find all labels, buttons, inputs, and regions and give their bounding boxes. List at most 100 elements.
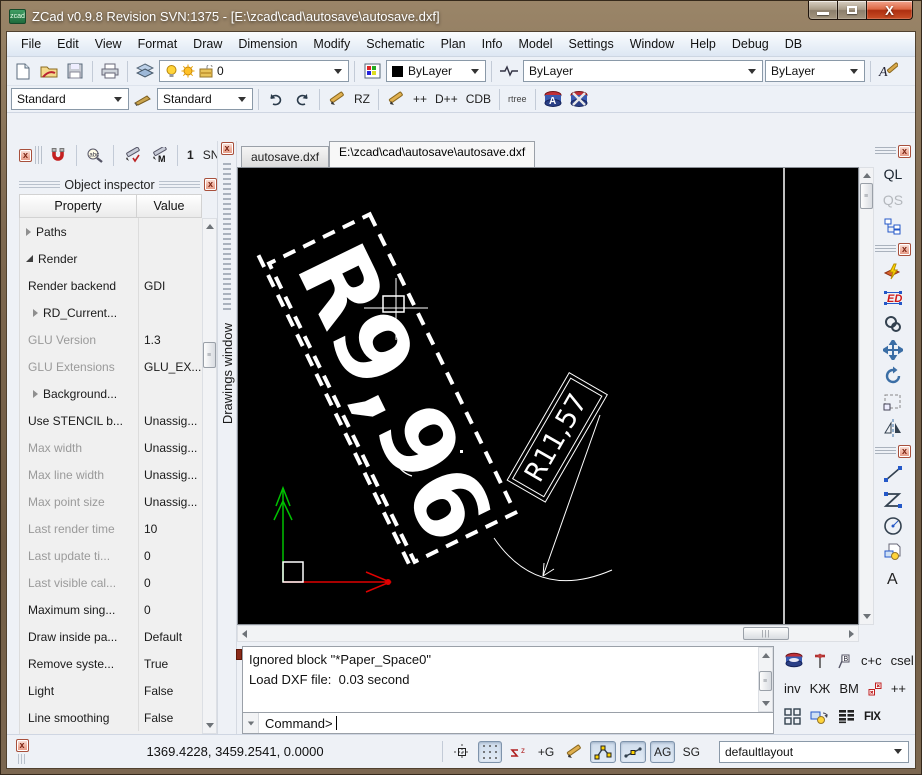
close-toolbar-button[interactable]: x: [898, 445, 911, 458]
inspector-row[interactable]: Render backendGDI: [20, 272, 202, 299]
menu-dimension[interactable]: Dimension: [230, 32, 305, 56]
layout-select[interactable]: defaultlayout: [719, 741, 909, 763]
inspector-row[interactable]: Max point sizeUnassig...: [20, 488, 202, 515]
pin-button[interactable]: [813, 652, 827, 669]
textstyle-select[interactable]: Standard: [11, 88, 129, 110]
bm-button[interactable]: BM: [839, 681, 859, 696]
menu-window[interactable]: Window: [622, 32, 682, 56]
quick-layers-button[interactable]: QL: [880, 161, 907, 187]
grid-blocks-button[interactable]: [784, 708, 801, 725]
menu-edit[interactable]: Edit: [49, 32, 87, 56]
snap-toggle[interactable]: [450, 741, 474, 763]
tree-expand-icon[interactable]: [26, 228, 31, 236]
scroll-left-button[interactable]: [238, 626, 251, 641]
property-value[interactable]: [138, 299, 202, 326]
layer-select[interactable]: 0: [159, 60, 349, 82]
draw-mode-toggle[interactable]: [562, 741, 586, 763]
scroll-right-button[interactable]: [845, 626, 858, 641]
close-button[interactable]: X: [867, 1, 913, 20]
property-value[interactable]: [138, 218, 202, 245]
canvas-horizontal-scrollbar[interactable]: |||: [237, 625, 859, 642]
fast-edit-button[interactable]: [880, 259, 907, 285]
menu-modify[interactable]: Modify: [305, 32, 358, 56]
property-value[interactable]: 0: [138, 542, 202, 569]
new-file-button[interactable]: [11, 59, 35, 83]
otrack-toggle[interactable]: [620, 741, 646, 763]
drawings-window-label[interactable]: Drawings window: [220, 323, 235, 424]
menu-view[interactable]: View: [87, 32, 130, 56]
close-snap-toolbar-button[interactable]: x: [19, 149, 32, 162]
edit-plus-button[interactable]: [384, 87, 408, 111]
inspector-row[interactable]: RD_Current...: [20, 299, 202, 326]
find-text-button[interactable]: abc: [83, 143, 107, 167]
draw-polyline-button[interactable]: [880, 487, 907, 513]
move-button[interactable]: [880, 337, 907, 363]
snap-1-button[interactable]: 1: [184, 148, 197, 162]
scrollbar-thumb[interactable]: ≡: [203, 342, 216, 368]
magnet-snap-button[interactable]: [46, 143, 70, 167]
edit-m-button[interactable]: M: [147, 143, 171, 167]
inv-button[interactable]: inv: [784, 681, 801, 696]
menu-db[interactable]: DB: [777, 32, 810, 56]
scroll-up-button[interactable]: [203, 219, 216, 234]
close-inspector-button[interactable]: x: [204, 178, 217, 191]
inspector-row[interactable]: Line smoothingFalse: [20, 704, 202, 731]
save-button[interactable]: [63, 59, 87, 83]
toolbar-grip[interactable]: [875, 245, 896, 254]
property-value[interactable]: False: [138, 704, 202, 731]
edit-style-button[interactable]: [120, 143, 144, 167]
menu-plan[interactable]: Plan: [433, 32, 474, 56]
log-panel-grip[interactable]: [236, 649, 242, 660]
command-history-button[interactable]: [243, 713, 259, 733]
inspector-row[interactable]: Maximum sing...0: [20, 596, 202, 623]
rotate-button[interactable]: [880, 363, 907, 389]
toolbar-grip[interactable]: [875, 147, 896, 156]
block-drum-button[interactable]: [784, 652, 804, 669]
close-statusbar-button[interactable]: x: [16, 739, 29, 752]
property-value[interactable]: 10: [138, 515, 202, 542]
drawing-canvas[interactable]: R9,96: [237, 167, 859, 625]
z-mode-toggle[interactable]: z: [506, 741, 530, 763]
inspector-row[interactable]: Draw inside pa...Default: [20, 623, 202, 650]
menu-format[interactable]: Format: [130, 32, 186, 56]
property-value[interactable]: Unassig...: [138, 488, 202, 515]
lineweight-select[interactable]: ByLayer: [765, 60, 865, 82]
plusplus2-button[interactable]: ++: [891, 681, 906, 696]
tab-autosave-path[interactable]: E:\zcad\cad\autosave\autosave.dxf: [329, 141, 535, 167]
scrollbar-thumb[interactable]: ≡: [759, 671, 772, 691]
open-file-button[interactable]: [37, 59, 61, 83]
text-style-button[interactable]: A: [876, 59, 900, 83]
statusbar-grip[interactable]: [18, 754, 26, 764]
inspector-row[interactable]: Last render time10: [20, 515, 202, 542]
linetype-button[interactable]: [497, 59, 521, 83]
red-blocks-button[interactable]: [868, 682, 882, 696]
property-value[interactable]: False: [138, 677, 202, 704]
property-value[interactable]: True: [138, 650, 202, 677]
flag-b-button[interactable]: B: [836, 653, 852, 669]
undo-button[interactable]: [264, 87, 288, 111]
strip-grip[interactable]: [223, 163, 231, 313]
inspector-row[interactable]: GLU ExtensionsGLU_EX...: [20, 353, 202, 380]
maximize-button[interactable]: [838, 1, 867, 20]
quick-select-button[interactable]: QS: [880, 187, 907, 213]
title-bar[interactable]: zcad ZCad v0.9.8 Revision SVN:1375 - [E:…: [1, 1, 921, 31]
menu-file[interactable]: File: [13, 32, 49, 56]
close-toolbar-button[interactable]: x: [898, 145, 911, 158]
inspector-row[interactable]: Max widthUnassig...: [20, 434, 202, 461]
link-button[interactable]: [880, 311, 907, 337]
inspector-row[interactable]: LightFalse: [20, 677, 202, 704]
draw-text-button[interactable]: A: [880, 565, 907, 591]
property-value[interactable]: GDI: [138, 272, 202, 299]
minimize-button[interactable]: [808, 1, 838, 20]
inspector-row[interactable]: Paths: [20, 218, 202, 245]
inspector-row[interactable]: Last visible cal...0: [20, 569, 202, 596]
shape-move-button[interactable]: [810, 709, 829, 725]
plus-plus-button[interactable]: ++: [410, 92, 430, 106]
menu-info[interactable]: Info: [474, 32, 511, 56]
value-column-header[interactable]: Value: [137, 194, 202, 218]
rect-select-button[interactable]: [880, 389, 907, 415]
inspector-row[interactable]: Use STENCIL b...Unassig...: [20, 407, 202, 434]
scrollbar-thumb[interactable]: |||: [743, 627, 789, 640]
draw-circle-button[interactable]: [880, 513, 907, 539]
inspector-row[interactable]: Max line widthUnassig...: [20, 461, 202, 488]
